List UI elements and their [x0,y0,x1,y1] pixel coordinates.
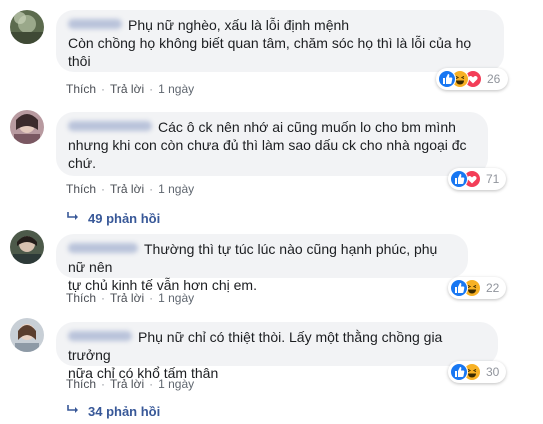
separator-dot: · [101,182,106,196]
like-icon [438,70,456,88]
replies-count[interactable]: 34 phản hồi [88,404,160,419]
commenter-name[interactable] [68,121,152,132]
comment-actions: Thích · Trả lời · 1 ngày [66,182,194,196]
timestamp[interactable]: 1 ngày [158,377,194,391]
like-icon [450,363,468,381]
reaction-count: 71 [486,172,500,186]
like-icon [450,279,468,297]
avatar[interactable] [10,230,44,264]
comment-text-line: Phụ nữ nghèo, xấu là lỗi định mệnh [128,17,350,33]
reaction-count: 26 [487,72,501,86]
reply-button[interactable]: Trả lời [110,182,144,196]
comment-actions: Thích · Trả lời · 1 ngày [66,377,194,391]
comment-text-line: nhưng khi con còn chưa đủ thì làm sao dấ… [68,137,467,153]
replies-count[interactable]: 49 phản hồi [88,211,160,226]
timestamp[interactable]: 1 ngày [158,291,194,305]
separator-dot: · [149,291,154,305]
comment-text-line: thôi [68,53,91,69]
separator-dot: · [101,377,106,391]
like-button[interactable]: Thích [66,182,96,196]
commenter-name[interactable] [68,331,132,342]
reply-button[interactable]: Trả lời [110,291,144,305]
reaction-summary[interactable]: 71 [448,168,506,190]
comment-actions: Thích · Trả lời · 1 ngày [66,82,194,96]
avatar[interactable] [10,318,44,352]
comment-bubble: Phụ nữ nghèo, xấu là lỗi định mệnh Còn c… [56,10,504,72]
separator-dot: · [149,182,154,196]
reply-arrow-icon [66,404,80,419]
separator-dot: · [101,82,106,96]
timestamp[interactable]: 1 ngày [158,82,194,96]
reaction-count: 22 [486,281,500,295]
like-icon [450,170,468,188]
avatar[interactable] [10,10,44,44]
reply-arrow-icon [66,211,80,226]
separator-dot: · [149,82,154,96]
comment-text-line: Các ô ck nên nhớ ai cũng muốn lo cho bm … [158,119,456,135]
view-replies-link[interactable]: 34 phản hồi [66,404,160,419]
avatar[interactable] [10,110,44,144]
reply-button[interactable]: Trả lời [110,82,144,96]
like-button[interactable]: Thích [66,82,96,96]
comment-actions: Thích · Trả lời · 1 ngày [66,291,194,305]
commenter-name[interactable] [68,243,138,254]
reaction-summary[interactable]: 30 [448,361,506,383]
commenter-name[interactable] [68,19,122,30]
reply-button[interactable]: Trả lời [110,377,144,391]
reaction-summary[interactable]: 26 [436,68,508,90]
reaction-summary[interactable]: 22 [448,277,506,299]
comment-bubble: Phụ nữ chỉ có thiệt thòi. Lấy một thằng … [56,322,498,381]
view-replies-link[interactable]: 49 phản hồi [66,211,160,226]
separator-dot: · [149,377,154,391]
timestamp[interactable]: 1 ngày [158,182,194,196]
like-button[interactable]: Thích [66,291,96,305]
separator-dot: · [101,291,106,305]
reaction-count: 30 [486,365,500,379]
comment-bubble: Các ô ck nên nhớ ai cũng muốn lo cho bm … [56,112,488,176]
comment-text-line: chứ. [68,155,97,171]
like-button[interactable]: Thích [66,377,96,391]
comment-text-line: Còn chồng họ không biết quan tâm, chăm s… [68,35,472,51]
comment-bubble: Thường thì tự túc lúc nào cũng hạnh phúc… [56,234,468,293]
